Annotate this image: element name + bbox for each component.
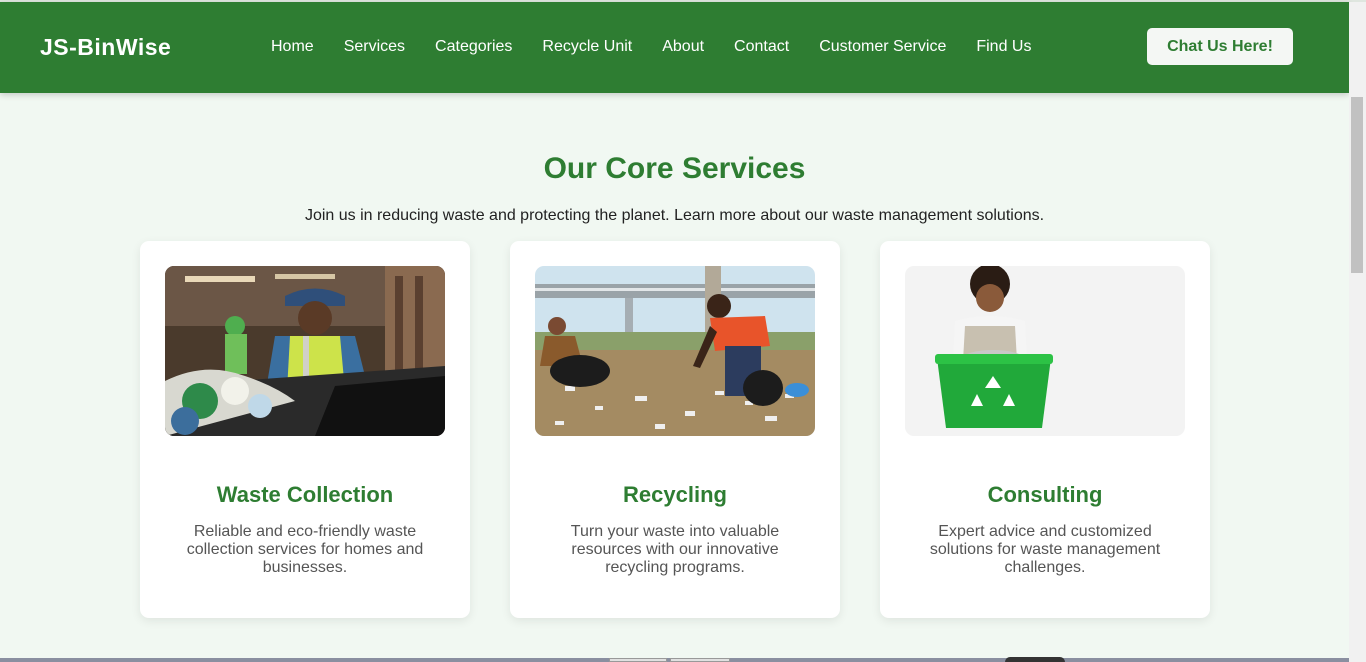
nav-contact[interactable]: Contact bbox=[734, 37, 789, 57]
section-title: Our Core Services bbox=[543, 152, 806, 185]
card-description: Turn your waste into valuable resources … bbox=[570, 523, 780, 576]
worker-sorting-waste-photo bbox=[165, 266, 445, 436]
nav-services[interactable]: Services bbox=[344, 37, 405, 57]
chat-us-button[interactable]: Chat Us Here! bbox=[1147, 28, 1293, 65]
scrollbar-thumb[interactable] bbox=[1351, 97, 1363, 273]
main-nav: Home Services Categories Recycle Unit Ab… bbox=[271, 37, 1061, 57]
volunteers-picking-litter-photo bbox=[535, 266, 815, 436]
card-description: Reliable and eco-friendly waste collecti… bbox=[186, 523, 424, 576]
site-header: JS-BinWise Home Services Categories Recy… bbox=[0, 2, 1349, 93]
nav-categories[interactable]: Categories bbox=[435, 37, 512, 57]
section-subtitle: Join us in reducing waste and protecting… bbox=[304, 207, 1045, 224]
nav-customer-service[interactable]: Customer Service bbox=[819, 37, 946, 57]
next-section-image-edge bbox=[1005, 657, 1065, 662]
card-title: Waste Collection bbox=[216, 482, 394, 507]
child-with-recycling-bin-photo bbox=[905, 266, 1185, 436]
nav-home[interactable]: Home bbox=[271, 37, 314, 57]
service-card-consulting: Consulting Expert advice and customized … bbox=[880, 241, 1210, 618]
nav-find-us[interactable]: Find Us bbox=[976, 37, 1031, 57]
card-title: Recycling bbox=[623, 482, 727, 507]
site-logo[interactable]: JS-BinWise bbox=[40, 34, 171, 61]
next-section-tab bbox=[609, 658, 667, 662]
nav-recycle-unit[interactable]: Recycle Unit bbox=[542, 37, 632, 57]
card-title: Consulting bbox=[987, 482, 1103, 507]
vertical-scrollbar[interactable] bbox=[1349, 2, 1366, 662]
next-section-tab bbox=[670, 658, 730, 662]
nav-about[interactable]: About bbox=[662, 37, 704, 57]
service-card-recycling: Recycling Turn your waste into valuable … bbox=[510, 241, 840, 618]
card-description: Expert advice and customized solutions f… bbox=[929, 523, 1161, 576]
service-card-waste-collection: Waste Collection Reliable and eco-friend… bbox=[140, 241, 470, 618]
